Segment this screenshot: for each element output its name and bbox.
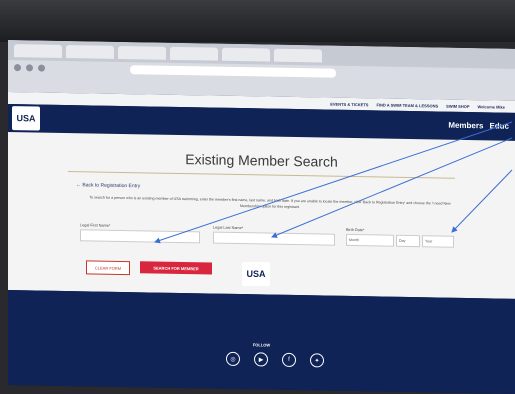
- first-name-input[interactable]: [80, 229, 200, 244]
- usa-swimming-logo[interactable]: USA: [12, 106, 40, 131]
- birth-date-row: Month Day Year: [346, 233, 456, 248]
- last-name-label: Legal Last Name*: [213, 225, 244, 231]
- nav-link-members[interactable]: Members: [448, 121, 483, 131]
- instructions-text: To search for a person who is an existin…: [89, 195, 451, 209]
- clear-form-button[interactable]: CLEAR FORM: [86, 260, 130, 276]
- search-for-member-button[interactable]: SEARCH FOR MEMBER: [140, 261, 212, 275]
- youtube-icon[interactable]: ▶: [254, 352, 268, 367]
- back-icon[interactable]: [14, 63, 21, 71]
- follow-label: FOLLOW: [252, 342, 271, 348]
- monitor-bezel: [0, 0, 515, 42]
- last-name-input[interactable]: [213, 231, 335, 246]
- browser-tab[interactable]: [66, 44, 114, 59]
- instagram-icon[interactable]: ◎: [226, 351, 240, 367]
- browser-chrome: [8, 40, 515, 101]
- birth-month-select[interactable]: Month: [346, 233, 394, 247]
- browser-tab[interactable]: [274, 48, 322, 62]
- first-name-field-group: Legal First Name*: [80, 223, 200, 247]
- first-name-label: Legal First Name*: [80, 223, 111, 228]
- birth-date-field-group: Birth Date* Month Day Year: [346, 228, 456, 252]
- reload-icon[interactable]: [38, 64, 45, 72]
- facebook-icon[interactable]: f: [282, 352, 296, 368]
- browser-tab[interactable]: [170, 46, 218, 61]
- utility-link-swim-shop[interactable]: SWIM SHOP: [446, 103, 469, 108]
- site-footer: FOLLOW ◎ ▶ f ✦: [8, 290, 515, 394]
- birth-date-label: Birth Date*: [346, 227, 365, 233]
- footer-usa-swimming-logo[interactable]: USA: [242, 262, 270, 286]
- browser-tab[interactable]: [14, 43, 62, 58]
- utility-welcome-user[interactable]: Welcome Mike: [478, 104, 506, 109]
- title-divider: [68, 171, 455, 179]
- browser-screen: EVENTS & TICKETS FIND A SWIM TEAM & LESS…: [8, 40, 515, 394]
- birth-day-select[interactable]: Day: [396, 234, 420, 248]
- nav-links: Members Educ: [448, 121, 509, 131]
- page-title: Existing Member Search: [185, 151, 338, 170]
- utility-link-events[interactable]: EVENTS & TICKETS: [330, 101, 368, 107]
- twitter-icon[interactable]: ✦: [310, 353, 324, 368]
- birth-year-select[interactable]: Year: [422, 235, 454, 248]
- last-name-field-group: Legal Last Name*: [213, 226, 335, 250]
- browser-tab[interactable]: [118, 45, 166, 60]
- address-bar[interactable]: [130, 64, 336, 78]
- back-to-registration-link[interactable]: ← Back to Registration Entry: [76, 182, 140, 189]
- utility-link-find-team[interactable]: FIND A SWIM TEAM & LESSONS: [376, 102, 438, 108]
- nav-link-education[interactable]: Educ: [489, 121, 509, 130]
- social-links: ◎ ▶ f ✦: [226, 351, 324, 368]
- forward-icon[interactable]: [26, 63, 33, 71]
- browser-tab[interactable]: [222, 47, 270, 62]
